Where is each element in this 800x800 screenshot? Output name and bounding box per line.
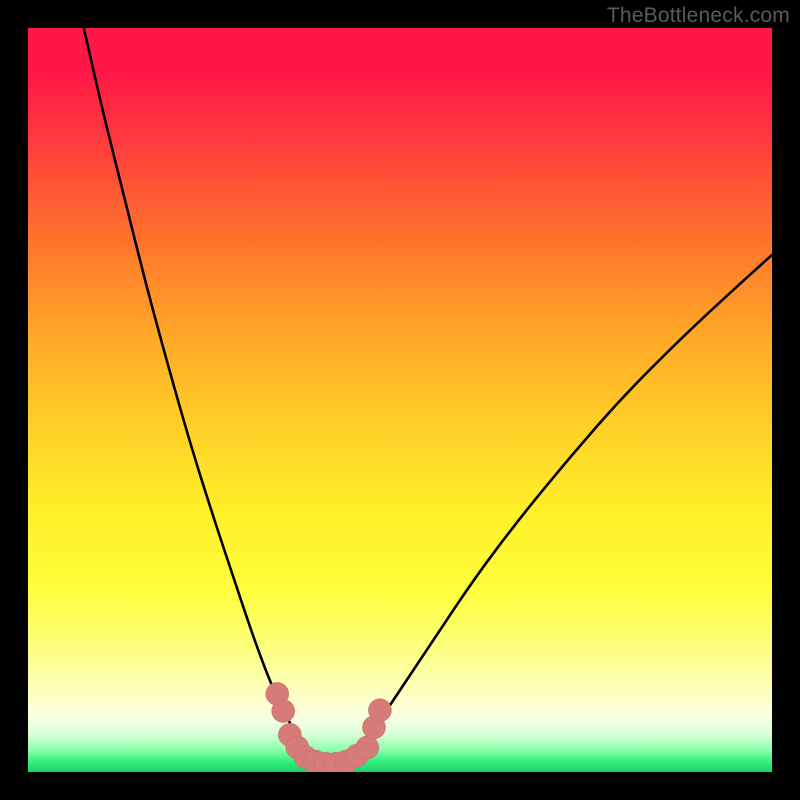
curve-layer [28,28,772,772]
outer-frame: TheBottleneck.com [0,0,800,800]
data-marker [368,699,391,722]
left-curve [84,28,311,761]
bottom-marker-group [266,682,392,772]
data-marker [356,736,379,759]
watermark-text: TheBottleneck.com [607,4,790,28]
data-marker [272,699,295,722]
plot-area [28,28,772,772]
right-curve [355,255,772,757]
